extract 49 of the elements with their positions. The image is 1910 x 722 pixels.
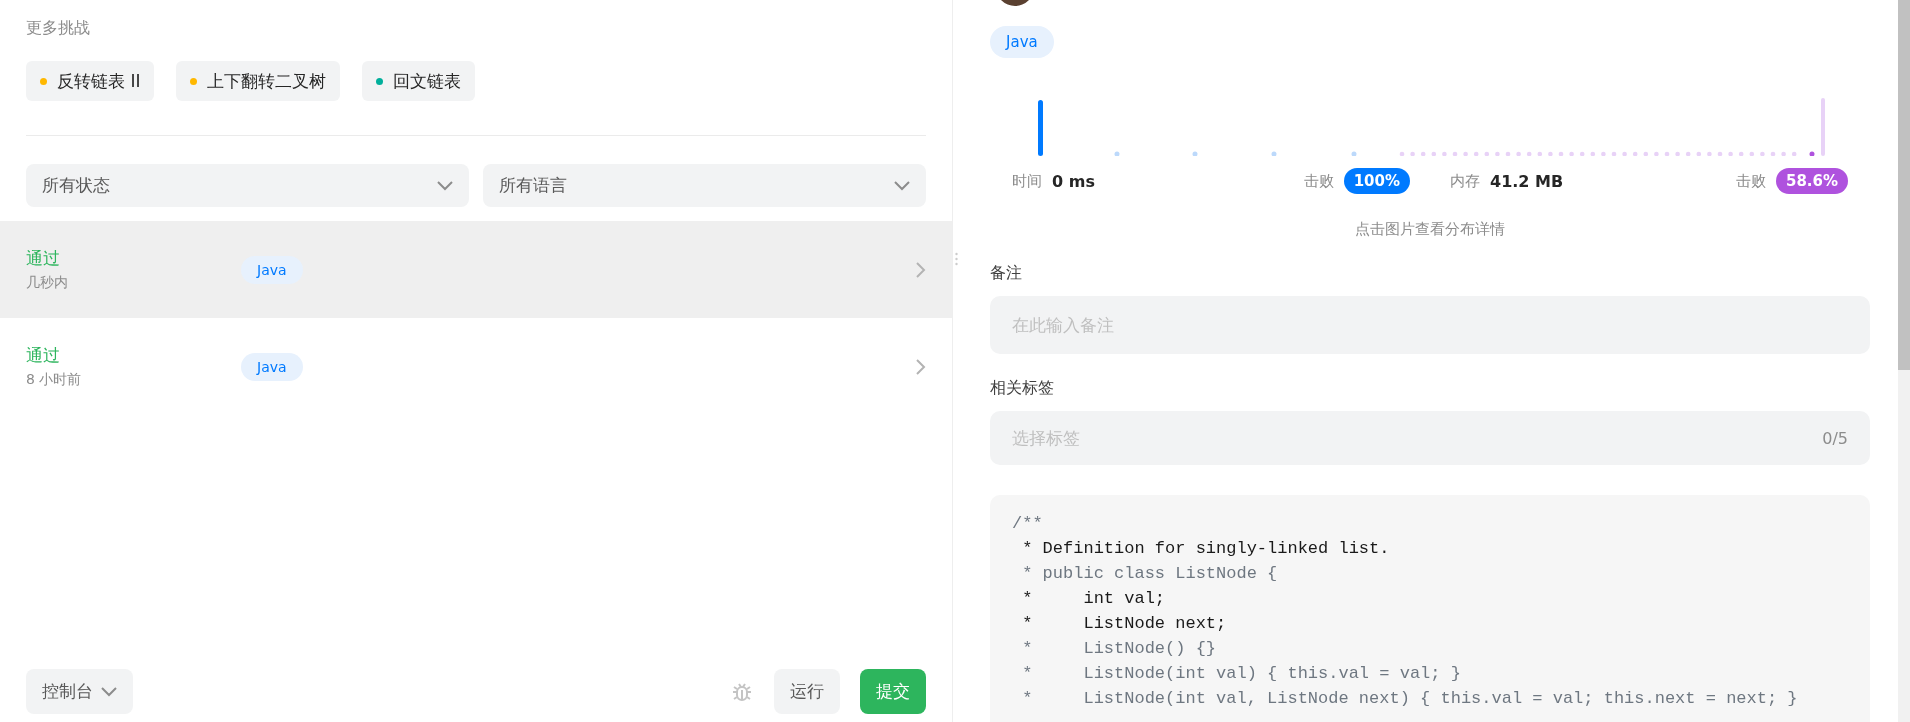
chevron-right-icon bbox=[916, 358, 926, 375]
scrollbar-thumb[interactable] bbox=[1898, 0, 1910, 370]
problem-title: 回文链表 bbox=[393, 69, 462, 93]
problem-tag[interactable]: 上下翻转二叉树 bbox=[176, 61, 341, 101]
field-label: 备注 bbox=[990, 263, 1023, 284]
chevron-down-icon bbox=[101, 686, 117, 697]
code-line: * ListNode(int val, ListNode next) { this.val = val; this.next = next; } bbox=[1021, 688, 1799, 710]
language-tag: Java bbox=[241, 352, 303, 381]
metric-value: 41.2 MB bbox=[1490, 171, 1564, 191]
chart-hint[interactable]: 点击图片查看分布详情 bbox=[990, 220, 1870, 239]
status-text: 通过 bbox=[26, 247, 61, 270]
code-line: * public class ListNode { bbox=[1021, 563, 1279, 585]
submission-time: 几秒内 bbox=[26, 274, 69, 292]
filter-select[interactable]: 所有状态 bbox=[26, 164, 469, 207]
metric-label: 内存 bbox=[1450, 171, 1480, 191]
problem-tag[interactable]: 反转链表 II bbox=[26, 61, 155, 101]
code-line: * ListNode() {} bbox=[1021, 638, 1218, 660]
beats-label: 击败 bbox=[1303, 171, 1334, 191]
language-tag: Java bbox=[241, 255, 303, 284]
code-line: * ListNode(int val) { this.val = val; } bbox=[1021, 663, 1462, 685]
code-line: * ListNode next; bbox=[1021, 613, 1228, 635]
tag-count: 0/5 bbox=[1822, 428, 1848, 448]
status-text: 通过 bbox=[26, 344, 61, 367]
metric-label: 时间 bbox=[1012, 171, 1042, 191]
field-label: 相关标签 bbox=[990, 378, 1055, 399]
problem-title: 反转链表 II bbox=[57, 69, 141, 93]
beats-label: 击败 bbox=[1735, 171, 1766, 191]
runtime-distribution-drawing[interactable] bbox=[1038, 100, 1357, 156]
problem-tag[interactable]: 回文链表 bbox=[362, 61, 476, 101]
code-line: * Definition for singly-linked list. bbox=[1021, 538, 1391, 560]
beats-badge: 58.6% bbox=[1775, 168, 1848, 194]
problem-title: 上下翻转二叉树 bbox=[207, 69, 327, 93]
chevron-down-icon bbox=[437, 180, 453, 191]
chevron-down-icon bbox=[894, 180, 911, 191]
filter-select[interactable]: 所有语言 bbox=[483, 164, 927, 207]
scrollbar[interactable] bbox=[1898, 0, 1910, 722]
submission-row[interactable]: 通过 几秒内 Java bbox=[0, 221, 952, 318]
code-line: /** bbox=[1012, 513, 1044, 535]
metric-value: 0 ms bbox=[1052, 171, 1095, 191]
chevron-right-icon bbox=[916, 261, 926, 278]
console-button[interactable]: 控制台 bbox=[26, 669, 133, 714]
section-title: 更多挑战 bbox=[26, 18, 91, 39]
drag-handle-icon[interactable] bbox=[955, 252, 958, 266]
memory-distribution-drawing[interactable] bbox=[1399, 98, 1825, 156]
code-line: * int val; bbox=[1021, 588, 1167, 610]
submission-time: 8 小时前 bbox=[26, 371, 83, 389]
beats-badge: 100% bbox=[1343, 168, 1410, 194]
language-tag: Java bbox=[990, 26, 1054, 58]
run-button[interactable]: 运行 bbox=[774, 669, 840, 714]
